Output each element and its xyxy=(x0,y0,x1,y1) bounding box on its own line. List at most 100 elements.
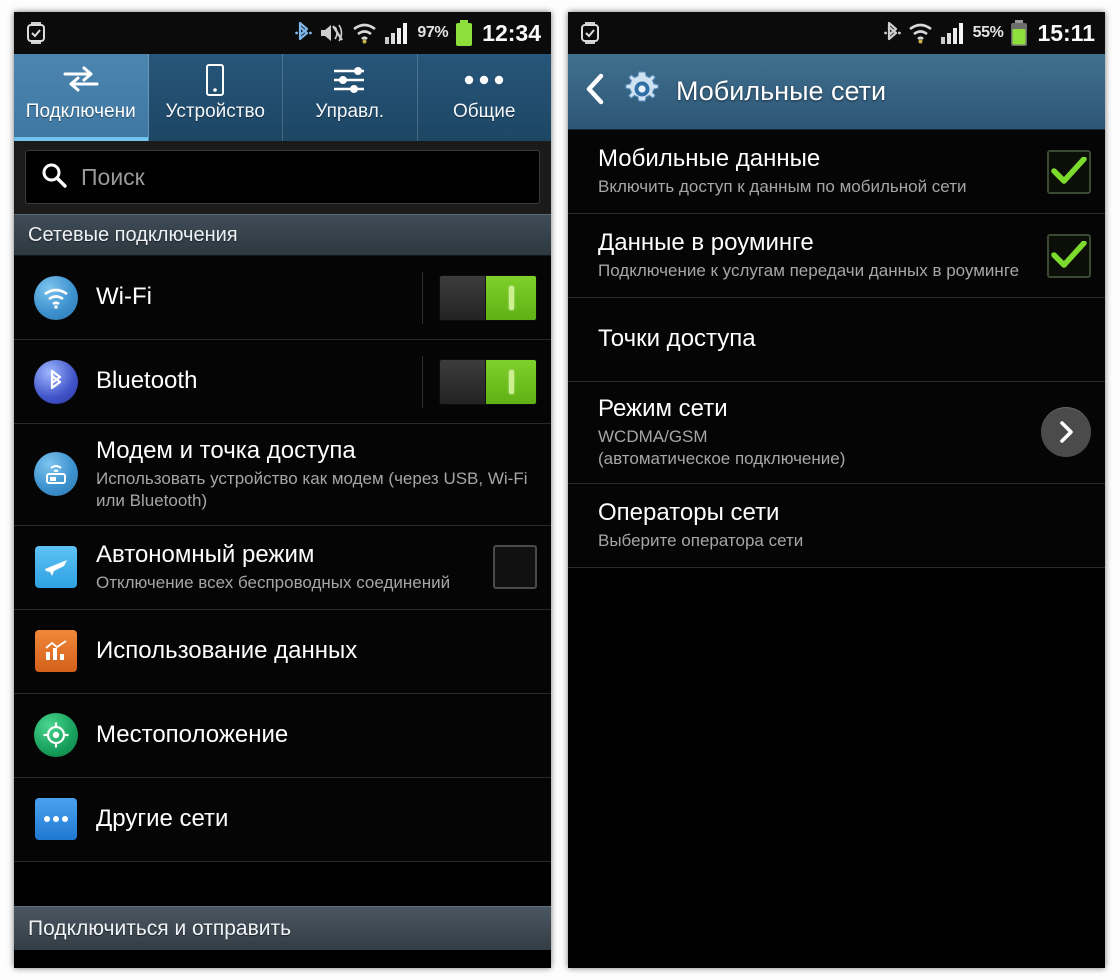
list-item-text: Wi-Fi xyxy=(82,270,412,324)
list-item-text: Bluetooth xyxy=(82,354,412,408)
tab-device[interactable]: Устройство xyxy=(148,54,283,141)
clock-label: 12:34 xyxy=(482,19,541,46)
action-bar: Мобильные сети xyxy=(568,54,1105,130)
signal-icon xyxy=(940,22,966,44)
tab-connections[interactable]: Подключени xyxy=(14,54,149,141)
divider xyxy=(422,355,423,408)
left-status-bar: 97% 12:34 xyxy=(14,12,551,54)
bluetooth-icon xyxy=(883,21,901,45)
list-item-text: Местоположение xyxy=(82,708,537,762)
search-icon xyxy=(40,161,68,194)
list-item-text: Мобильные данные Включить доступ к данны… xyxy=(598,132,1037,211)
list-item-title: Мобильные данные xyxy=(598,144,821,172)
list-item-title: Операторы сети xyxy=(598,498,780,526)
battery-percent-label: 55% xyxy=(972,24,1004,41)
network-mode-chevron-button[interactable] xyxy=(1041,407,1091,458)
list-item-network-mode[interactable]: Режим сети WCDMA/GSM (автоматическое под… xyxy=(568,382,1105,484)
wifi-icon xyxy=(908,21,933,45)
list-item-tethering[interactable]: Модем и точка доступа Использовать устро… xyxy=(14,424,551,526)
bluetooth-circle-icon xyxy=(30,359,82,404)
watch-icon xyxy=(26,22,46,44)
wifi-icon xyxy=(352,21,377,45)
device-phone-icon xyxy=(203,63,227,97)
sliders-icon xyxy=(331,63,369,97)
list-item-title: Bluetooth xyxy=(96,367,198,395)
tab-general-label: Общие xyxy=(453,101,516,122)
back-chevron-icon[interactable] xyxy=(582,72,608,111)
list-item-subtitle: Включить доступ к данным по мобильной се… xyxy=(598,177,967,197)
data-usage-icon xyxy=(30,630,82,673)
tab-controls-label: Управл. xyxy=(315,101,385,122)
list-item-subtitle: Подключение к услугам передачи данных в … xyxy=(598,261,1020,281)
data-roaming-checkbox-container xyxy=(1037,233,1091,278)
battery-icon xyxy=(455,20,473,46)
tethering-icon xyxy=(30,452,82,497)
network-mode-chevron-container xyxy=(1031,407,1091,458)
battery-percent-label: 97% xyxy=(417,24,449,41)
list-item-airplane-mode[interactable]: Автономный режим Отключение всех беспров… xyxy=(14,525,551,610)
clock-label: 15:11 xyxy=(1037,19,1095,46)
battery-icon xyxy=(1010,20,1028,46)
divider xyxy=(422,271,423,324)
bluetooth-toggle[interactable] xyxy=(439,358,537,405)
list-item-title: Модем и точка доступа xyxy=(96,437,356,464)
list-item-text: Автономный режим Отключение всех беспров… xyxy=(82,528,483,607)
airplane-checkbox-container xyxy=(483,545,537,590)
list-item-access-points[interactable]: Точки доступа xyxy=(568,298,1105,382)
list-item-text: Модем и точка доступа Использовать устро… xyxy=(82,424,537,525)
list-item-text: Другие сети xyxy=(82,792,537,846)
list-item-text: Операторы сети Выберите оператора сети xyxy=(598,486,1091,565)
wifi-toggle-container xyxy=(412,271,537,324)
list-item-title: Данные в роуминге xyxy=(598,228,814,256)
other-networks-icon xyxy=(30,798,82,841)
bluetooth-toggle-container xyxy=(412,355,537,408)
list-item-title: Автономный режим xyxy=(96,540,315,568)
list-item-data-usage[interactable]: Использование данных xyxy=(14,609,551,694)
location-icon xyxy=(30,713,82,758)
tab-general[interactable]: Общие xyxy=(417,54,551,141)
list-item-title: Использование данных xyxy=(96,637,358,665)
list-item-subtitle: Отключение всех беспроводных соединений xyxy=(96,573,451,593)
airplane-mode-checkbox[interactable] xyxy=(493,545,537,590)
list-item-title: Точки доступа xyxy=(598,325,756,353)
list-item-text: Использование данных xyxy=(82,624,537,678)
list-item-subtitle: WCDMA/GSM (автоматическое подключение) xyxy=(598,427,846,469)
list-item-data-roaming[interactable]: Данные в роуминге Подключение к услугам … xyxy=(568,214,1105,298)
more-dots-icon xyxy=(462,63,506,97)
mobile-data-checkbox-container xyxy=(1037,149,1091,194)
right-phone-screen: 55% 15:11 Мобильные сети Мобильные данны… xyxy=(568,12,1105,968)
wifi-circle-icon xyxy=(30,275,82,320)
list-item-bluetooth[interactable]: Bluetooth xyxy=(14,340,551,424)
right-status-bar: 55% 15:11 xyxy=(568,12,1105,54)
settings-gear-icon xyxy=(622,69,662,114)
wifi-toggle[interactable] xyxy=(439,274,537,321)
signal-icon xyxy=(384,22,410,44)
search-bar-container: Поиск xyxy=(14,141,551,214)
tab-device-label: Устройство xyxy=(165,101,265,122)
list-item-location[interactable]: Местоположение xyxy=(14,693,551,778)
watch-icon xyxy=(580,22,600,44)
list-item-text: Точки доступа xyxy=(598,312,1091,366)
mobile-data-checkbox[interactable] xyxy=(1047,149,1091,194)
list-item-wifi[interactable]: Wi-Fi xyxy=(14,256,551,340)
list-item-mobile-data[interactable]: Мобильные данные Включить доступ к данны… xyxy=(568,130,1105,214)
tab-bar: Подключени Устройство Управл. Общие xyxy=(14,54,551,141)
connections-list: Wi-Fi Bluetooth Модем и точка доступа Ис… xyxy=(14,256,551,862)
footer-connect-and-share[interactable]: Подключиться и отправить xyxy=(14,906,551,950)
list-item-title: Другие сети xyxy=(96,805,229,833)
data-roaming-checkbox[interactable] xyxy=(1047,233,1091,278)
tab-controls[interactable]: Управл. xyxy=(283,54,418,141)
page-title: Мобильные сети xyxy=(676,76,887,106)
list-item-text: Режим сети WCDMA/GSM (автоматическое под… xyxy=(598,382,1031,483)
list-item-title: Местоположение xyxy=(96,721,289,749)
list-item-network-operators[interactable]: Операторы сети Выберите оператора сети xyxy=(568,483,1105,568)
mute-icon xyxy=(319,21,345,45)
list-item-title: Режим сети xyxy=(598,395,728,422)
section-header-network-connections: Сетевые подключения xyxy=(14,214,551,256)
tab-connections-label: Подключени xyxy=(25,101,136,122)
left-phone-screen: 97% 12:34 Подключени Устройство Управл. … xyxy=(14,12,551,968)
search-placeholder: Поиск xyxy=(81,163,145,190)
screenshot-canvas: 97% 12:34 Подключени Устройство Управл. … xyxy=(0,0,1120,980)
list-item-other-networks[interactable]: Другие сети xyxy=(14,777,551,862)
search-input[interactable]: Поиск xyxy=(25,150,540,204)
